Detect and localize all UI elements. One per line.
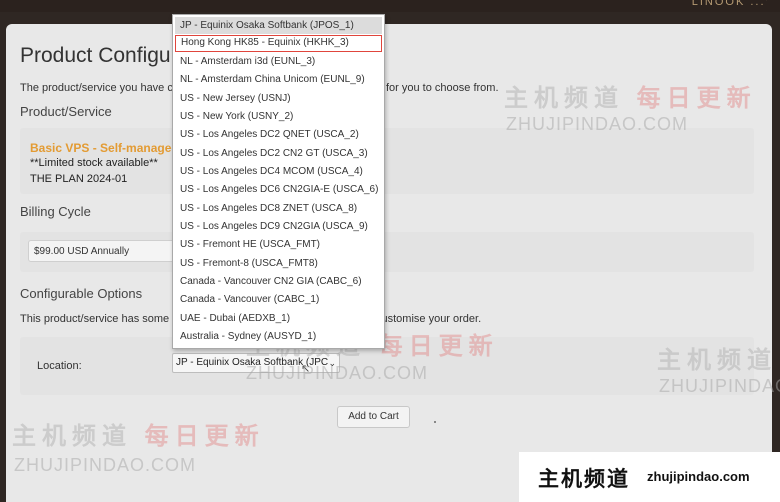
dropdown-option[interactable]: US - Los Angeles DC9 CN2GIA (USCA_9) [175,218,382,235]
add-to-cart-button[interactable]: Add to Cart [337,406,410,428]
location-dropdown-list: JP - Equinix Osaka Softbank (JPOS_1) Hon… [172,14,385,349]
chevron-down-icon: ⌄ [328,358,336,368]
billing-cycle-select[interactable]: $99.00 USD Annually [28,240,178,262]
top-bar: LINOOK ...’ [0,0,780,12]
dropdown-option[interactable]: US - Los Angeles DC6 CN2GIA-E (USCA_6) [175,181,382,198]
dropdown-option[interactable]: Hong Kong HK85 - Equinix (HKHK_3) [175,35,382,52]
dropdown-option[interactable]: US - Fremont HE (USCA_FMT) [175,236,382,253]
dropdown-option[interactable]: US - Los Angeles DC8 ZNET (USCA_8) [175,200,382,217]
dropdown-option[interactable]: NL - Amsterdam China Unicom (EUNL_9) [175,71,382,88]
dropdown-option[interactable]: US - New York (USNY_2) [175,108,382,125]
dropdown-option[interactable]: UAE - Dubai (AEDXB_1) [175,310,382,327]
logo-url: zhujipindao.com [647,469,750,484]
location-label: Location: [37,360,82,372]
configurable-section-title: Configurable Options [20,286,143,301]
intro-text-end: for you to choose from. [386,82,499,94]
location-select[interactable]: JP - Equinix Osaka Softbank (JPC ⌄ [172,353,340,373]
dropdown-option[interactable]: US - New Jersey (USNJ) [175,90,382,107]
product-stock-note: **Limited stock available** [30,157,158,169]
top-bar-text: LINOOK ...’ [691,0,770,8]
mouse-cursor-icon: ↖ [301,363,311,375]
dropdown-option[interactable]: Australia - Sydney (AUSYD_1) [175,328,382,345]
dropdown-option[interactable]: US - Los Angeles DC4 MCOM (USCA_4) [175,163,382,180]
dropdown-option[interactable]: Canada - Vancouver (CABC_1) [175,291,382,308]
product-section-title: Product/Service [20,104,112,119]
configurable-text-end: customise your order. [376,313,482,325]
intro-text: The product/service you have ch [20,82,179,94]
dropdown-option[interactable]: NL - Amsterdam i3d (EUNL_3) [175,53,382,70]
page-title: Product Configur [20,44,178,67]
logo-cn: 主机频道 [538,468,630,491]
product-name: Basic VPS - Self-managed - [30,141,187,155]
dropdown-option[interactable]: US - Los Angeles DC2 CN2 GT (USCA_3) [175,145,382,162]
product-plan: THE PLAN 2024-01 [30,173,128,185]
dropdown-option[interactable]: Canada - Vancouver CN2 GIA (CABC_6) [175,273,382,290]
dropdown-option[interactable]: US - Fremont-8 (USCA_FMT8) [175,255,382,272]
dropdown-option[interactable]: JP - Equinix Osaka Softbank (JPOS_1) [175,17,382,34]
location-box [20,337,754,395]
dropdown-option[interactable]: US - Los Angeles DC2 QNET (USCA_2) [175,126,382,143]
divider-dot [434,421,436,423]
billing-section-title: Billing Cycle [20,204,91,219]
configurable-text: This product/service has some c [20,313,178,325]
